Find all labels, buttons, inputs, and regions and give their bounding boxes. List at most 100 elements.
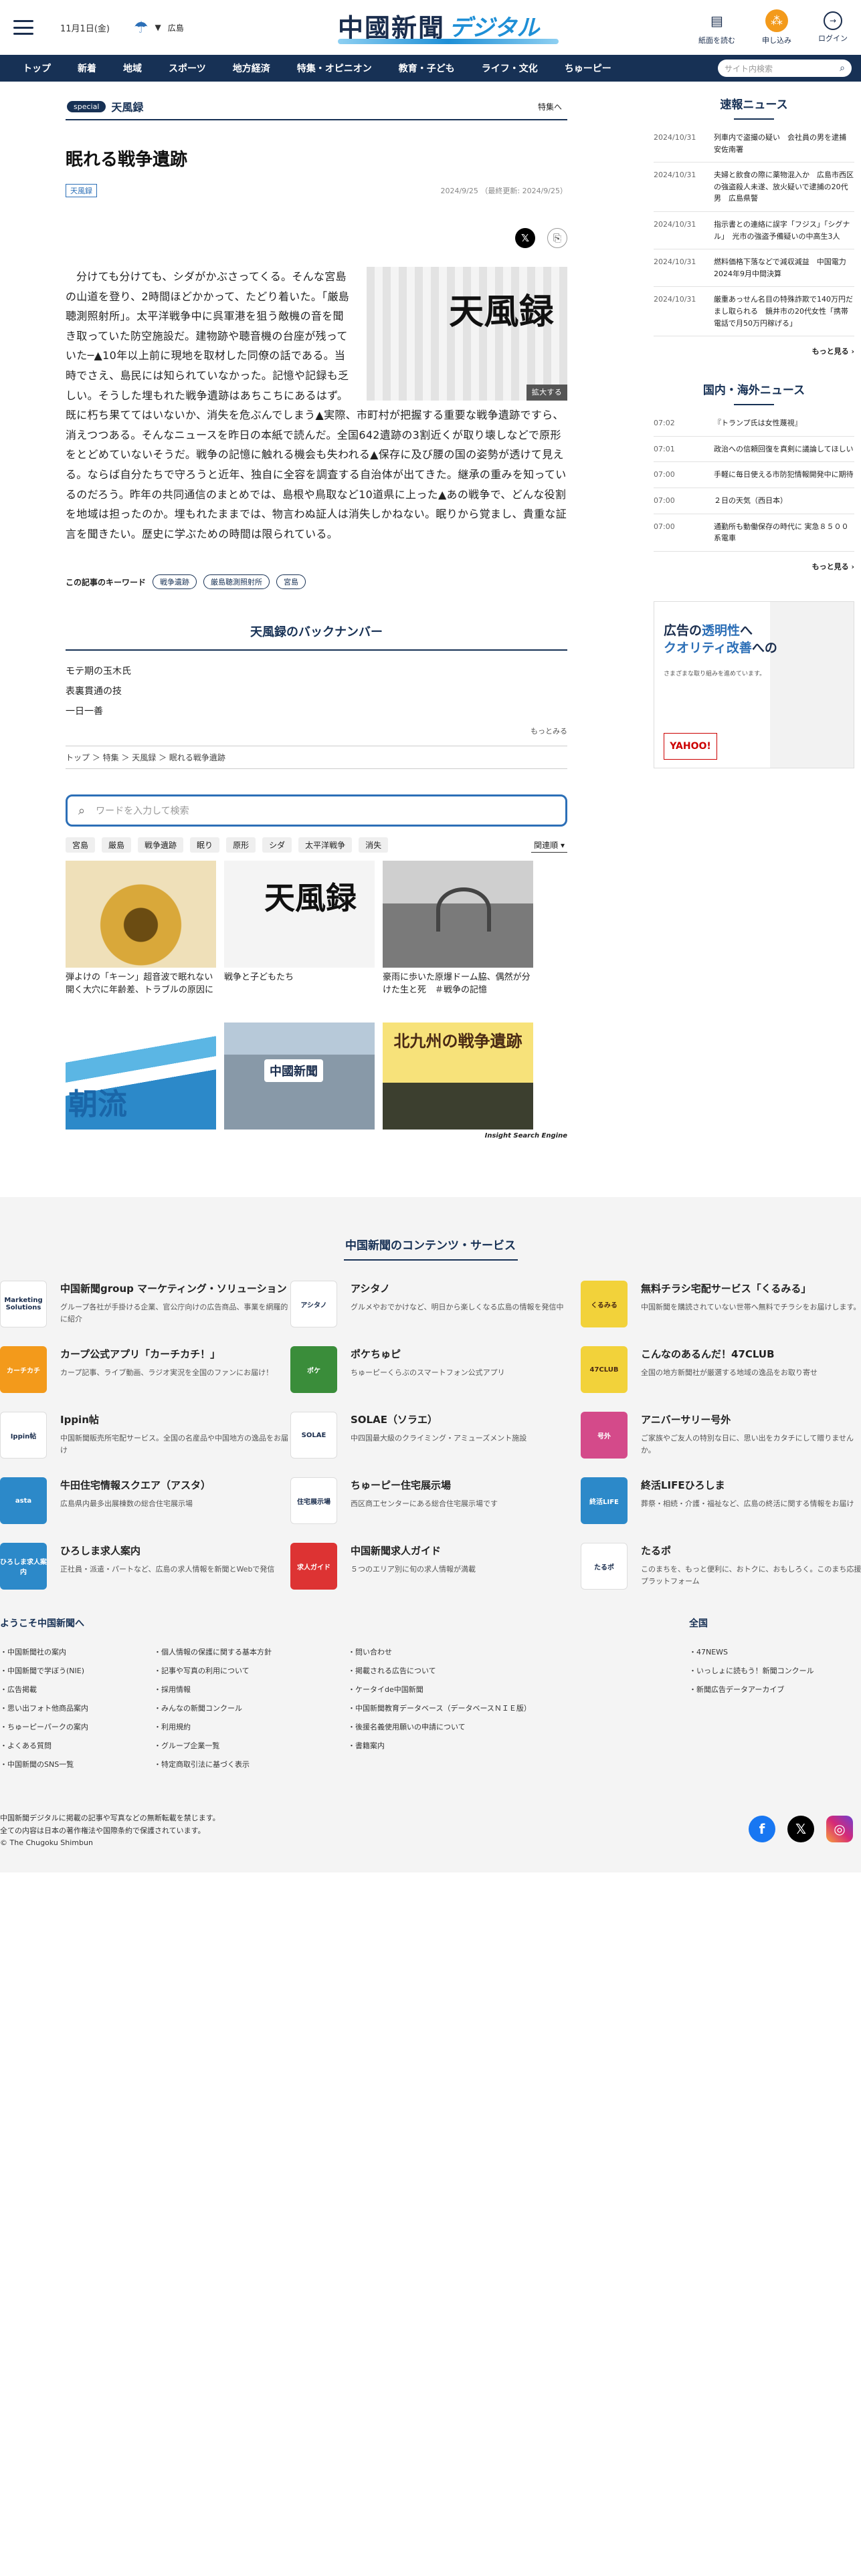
footer-link[interactable]: 掲載される広告について (348, 1662, 542, 1681)
backnumber-item[interactable]: 一日一善 (66, 702, 567, 722)
service-card[interactable]: たるポ たるポ このまちを、もっと便利に、おトクに、おもしろく。このまち応援プラット… (581, 1543, 861, 1590)
footer-link[interactable]: 中国新聞社の案内 (0, 1643, 154, 1662)
breaking-item[interactable]: 2024/10/31 夫婦と飲食の際に薬物混入か 広島市西区の強盗殺人未遂、放火疑… (654, 163, 854, 212)
service-card[interactable]: 47CLUB こんなのあるんだ！47CLUB 全国の地方新聞社が厳選する地域の逸品を… (581, 1346, 861, 1393)
footer-link[interactable]: ちゅーピーパークの案内 (0, 1718, 154, 1737)
search-chip[interactable]: 太平洋戦争 (298, 837, 353, 853)
backnumber-more-link[interactable]: もっとみる (66, 726, 567, 736)
world-item[interactable]: 07:00 手軽に毎日使える市防犯情報開発中に期待 (654, 462, 854, 488)
service-card[interactable]: ポケ ポケちゅピ ちゅーピーくらぶのスマートフォン公式アプリ (290, 1346, 581, 1393)
subscribe-button[interactable]: ⁂ 申し込み (762, 9, 791, 45)
footer-link[interactable]: 後援名義使用願いの申請について (348, 1718, 542, 1737)
service-card[interactable]: asta 牛田住宅情報スクエア（アスタ） 広島県内最多出展棟数の総合住宅展示場 (0, 1477, 290, 1524)
service-card[interactable]: 住宅展示場 ちゅーピー住宅展示場 西区商工センターにある総合住宅展示場です (290, 1477, 581, 1524)
related-card[interactable]: 中國新聞 (224, 1023, 375, 1130)
read-paper-button[interactable]: ▤ 紙面を読む (698, 9, 735, 45)
service-card[interactable]: くるみる 無料チラシ宅配サービス「くるみる」 中国新聞を購読されていない世帯へ無料で… (581, 1281, 861, 1327)
footer-link[interactable]: 特定商取引法に基づく表示 (154, 1755, 348, 1774)
search-chip[interactable]: 宮島 (66, 837, 96, 853)
nav-item-economy[interactable]: 地方経済 (219, 62, 284, 75)
keyword-chip[interactable]: 宮島 (276, 574, 306, 590)
footer-link[interactable]: グループ企業一覧 (154, 1737, 348, 1755)
footer-link[interactable]: 思い出フォト他商品案内 (0, 1699, 154, 1718)
service-card[interactable]: Marketing Solutions 中国新聞group マーケティング・ソリュ… (0, 1281, 290, 1327)
nav-item-region[interactable]: 地域 (110, 62, 155, 75)
weather-widget[interactable]: ☂ ▼ 広島 (134, 18, 184, 37)
breaking-item[interactable]: 2024/10/31 燃料価格下落などで減収減益 中国電力 2024年9月中間決算 (654, 249, 854, 288)
footer-link[interactable]: 問い合わせ (348, 1643, 542, 1662)
footer-link[interactable]: 個人情報の保護に関する基本方針 (154, 1643, 348, 1662)
breadcrumb[interactable]: トップ ＞ 特集 ＞ 天風録 ＞ 眠れる戦争遺跡 (66, 746, 567, 770)
footer-link[interactable]: 47NEWS (689, 1643, 861, 1662)
x-icon[interactable]: 𝕏 (787, 1816, 814, 1842)
enlarge-button[interactable]: 拡大する (526, 384, 567, 401)
footer-link[interactable]: 書籍案内 (348, 1737, 542, 1755)
footer-link[interactable]: 新聞広告データアーカイブ (689, 1681, 861, 1699)
footer-link[interactable]: いっしょに読もう！新聞コンクール (689, 1662, 861, 1681)
site-search-input[interactable]: サイト内検索 ⌕ (718, 60, 852, 77)
nav-item-features[interactable]: 特集・オピニオン (284, 62, 385, 75)
article-figure[interactable]: 天風録 拡大する (367, 267, 567, 401)
service-card[interactable]: カーチカチ カープ公式アプリ「カーチカチ！」 カープ記事、ライブ動画、ラジオ実況を全… (0, 1346, 290, 1393)
related-card[interactable]: 天風録 戦争と子どもたち (224, 861, 375, 1014)
breaking-item[interactable]: 2024/10/31 厳重あっせん名目の特殊詐欺で140万円だまし取られる 鏡井市… (654, 287, 854, 337)
feature-link[interactable]: 特集へ (538, 101, 562, 112)
world-item[interactable]: 07:02 『トランプ氏は女性蔑視』 (654, 411, 854, 437)
world-item[interactable]: 07:00 通勤所も動働保存の時代に 実急８５００系電車 (654, 514, 854, 552)
service-card[interactable]: 号外 アニバーサリー号外 ご家族やご友人の特別な日に、思い出をカタチにして贈りません… (581, 1412, 861, 1459)
site-logo[interactable]: 中國新聞 デジタル (338, 7, 559, 44)
search-chip[interactable]: シダ (262, 837, 292, 853)
service-card[interactable]: 求人ガイド 中国新聞求人ガイド ５つのエリア別に旬の求人情報が満載 (290, 1543, 581, 1590)
search-chip[interactable]: 厳島 (102, 837, 132, 853)
service-card[interactable]: アシタノ アシタノ グルメやおでかけなど、明日から楽しくなる広島の情報を発信中 (290, 1281, 581, 1327)
clip-icon[interactable]: ⎘ (547, 228, 567, 248)
service-card[interactable]: SOLAE SOLAE（ソラエ） 中四国最大級のクライミング・アミューズメント施設 (290, 1412, 581, 1459)
footer-link[interactable]: 中国新聞で学ぼう(NIE) (0, 1662, 154, 1681)
search-chip[interactable]: 眠り (190, 837, 220, 853)
footer-link[interactable]: 広告掲載 (0, 1681, 154, 1699)
footer-link[interactable]: 採用情報 (154, 1681, 348, 1699)
backnumber-item[interactable]: モテ期の玉木氏 (66, 661, 567, 681)
search-icon[interactable]: ⌕ (840, 63, 845, 74)
instagram-icon[interactable]: ◎ (826, 1816, 853, 1842)
breaking-item[interactable]: 2024/10/31 列車内で盗撮の疑い 会社員の男を逮捕 安佐南署 (654, 125, 854, 163)
keyword-chip[interactable]: 戦争遺跡 (153, 574, 197, 590)
service-card[interactable]: 終活LIFE 終活LIFEひろしま 葬祭・相続・介護・福祉など、広島の終活に関する情… (581, 1477, 861, 1524)
search-chip[interactable]: 消失 (359, 837, 389, 853)
footer-link[interactable]: 利用規約 (154, 1718, 348, 1737)
service-card[interactable]: ひろしま求人案内 ひろしま求人案内 正社員・派遣・パートなど、広島の求人情報を新聞と… (0, 1543, 290, 1590)
breaking-more-link[interactable]: もっと見る › (654, 346, 854, 356)
world-item[interactable]: 07:01 政治への信頼回復を真剣に議論してほしい (654, 437, 854, 463)
sort-select[interactable]: 関連順 ▾ (531, 838, 567, 853)
related-card[interactable]: 朝流 (66, 1023, 216, 1130)
search-chip[interactable]: 戦争遺跡 (138, 837, 184, 853)
keyword-chip[interactable]: 厳島聴測照射所 (203, 574, 270, 590)
nav-item-sports[interactable]: スポーツ (155, 62, 219, 75)
breaking-item[interactable]: 2024/10/31 指示書との連絡に誤字「フジス」「シグナル」 光市の強盗予備疑… (654, 212, 854, 250)
footer-link[interactable]: ケータイde中国新聞 (348, 1681, 542, 1699)
nav-item-life[interactable]: ライフ・文化 (468, 62, 551, 75)
login-button[interactable]: → ログイン (818, 11, 848, 43)
related-card[interactable]: 豪雨に歩いた原爆ドーム脇、偶然が分けた生と死 ＃戦争の記憶 (383, 861, 533, 1014)
nav-item-education[interactable]: 教育・子ども (385, 62, 468, 75)
footer-link[interactable]: みんなの新聞コンクール (154, 1699, 348, 1718)
search-chip[interactable]: 原形 (226, 837, 256, 853)
x-share-icon[interactable]: 𝕏 (515, 228, 535, 248)
footer-link[interactable]: よくある質問 (0, 1737, 154, 1755)
nav-item-top[interactable]: トップ (9, 62, 64, 75)
world-item[interactable]: 07:00 ２日の天気（西日本） (654, 488, 854, 514)
world-more-link[interactable]: もっと見る › (654, 561, 854, 572)
menu-icon[interactable] (13, 20, 33, 35)
related-search-input[interactable]: ⌕ ワードを入力して検索 (66, 794, 567, 827)
footer-link[interactable]: 中国新聞のSNS一覧 (0, 1755, 154, 1774)
backnumber-item[interactable]: 表裏貫通の技 (66, 681, 567, 702)
related-card[interactable]: 北九州の戦争遺跡 (383, 1023, 533, 1130)
footer-link[interactable]: 中国新聞教育データベース（データベースＮＩＥ版） (348, 1699, 542, 1718)
footer-link[interactable]: 記事や写真の利用について (154, 1662, 348, 1681)
nav-item-chupy[interactable]: ちゅーピー (551, 62, 625, 75)
related-card[interactable]: 弾よけの「キーン」超音波で眠れない 開く大穴に年齢差、トラブルの原因に (66, 861, 221, 1014)
service-card[interactable]: Ippin帖 Ippin帖 中国新聞販売所宅配サービス。全国の名産品や中国地方の逸品… (0, 1412, 290, 1459)
facebook-icon[interactable]: f (749, 1816, 775, 1842)
ad-banner[interactable]: 広告の透明性へ クオリティ改善への さまざまな取り組みを進めています。 YAHO… (654, 601, 854, 768)
article-tag[interactable]: 天風録 (66, 184, 97, 197)
